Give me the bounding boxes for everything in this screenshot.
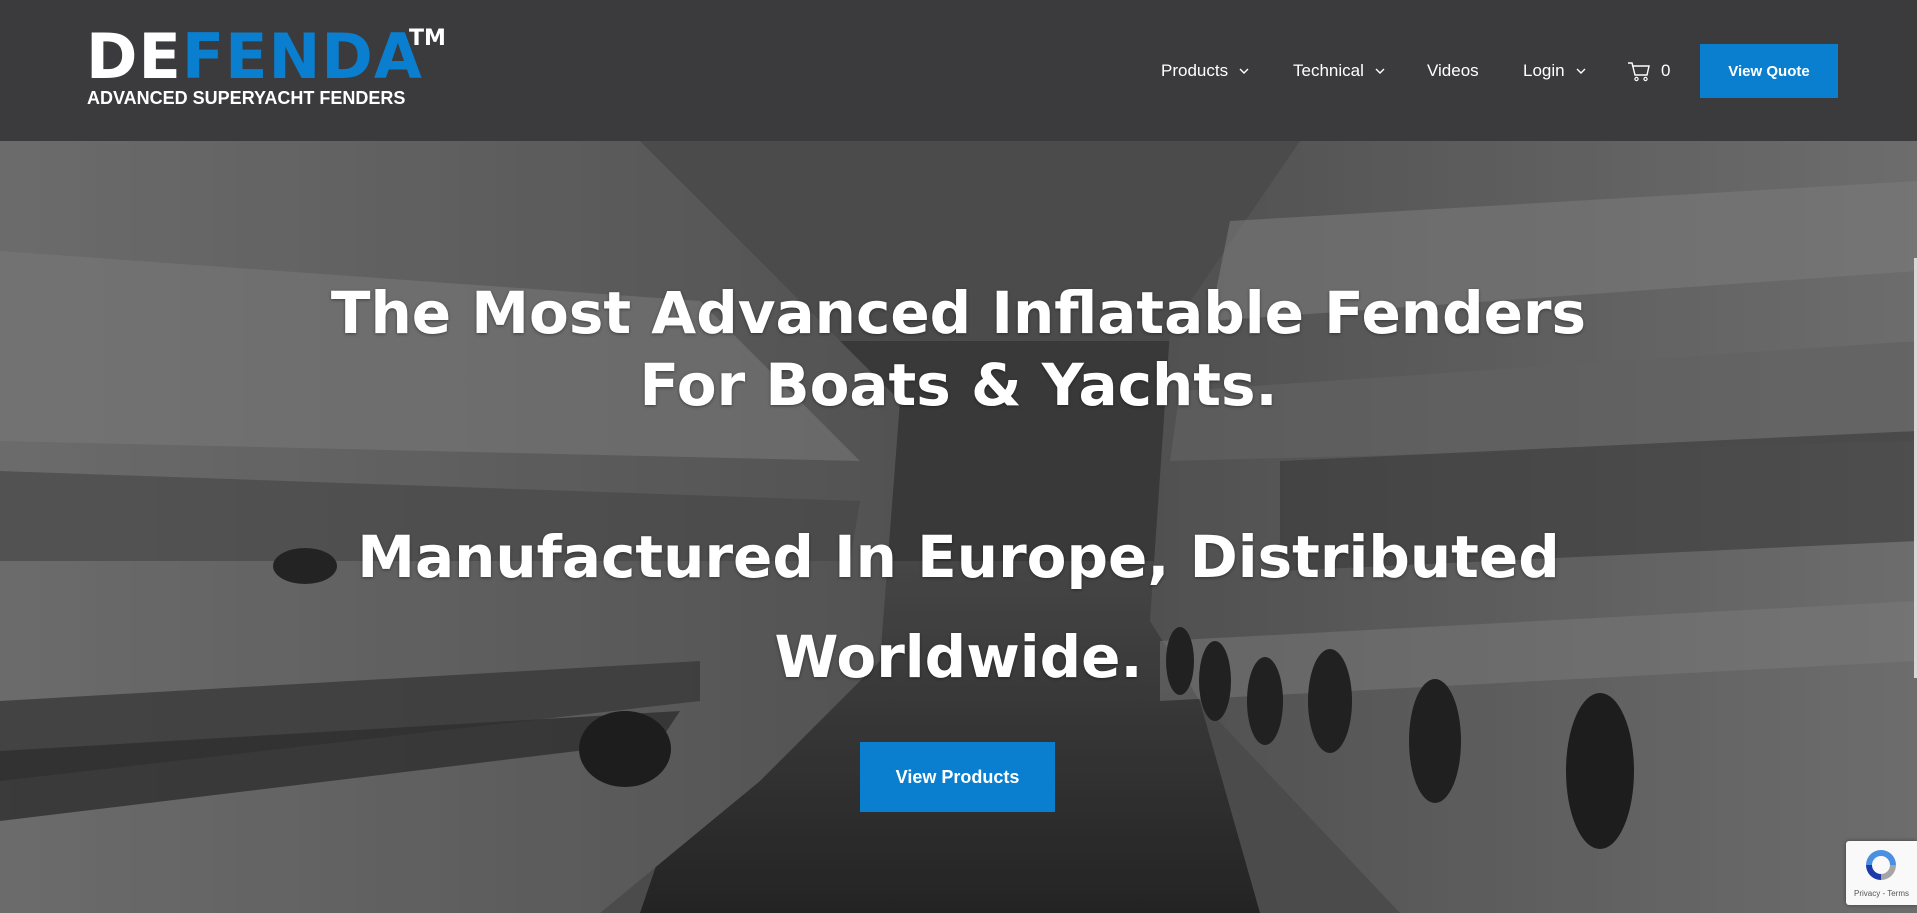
site-header: DEFENDA TM ADVANCED SUPERYACHT FENDERS P…	[0, 0, 1917, 141]
nav-cart[interactable]: 0	[1627, 44, 1670, 98]
cart-count: 0	[1661, 61, 1671, 80]
cart-icon	[1628, 62, 1650, 82]
main-navigation: Products Technical Videos Login 0	[0, 44, 1917, 98]
hero-headline-line1: The Most Advanced Inflatable Fenders	[330, 279, 1587, 347]
hero-subheadline-line2: Worldwide.	[774, 623, 1143, 691]
hero-section: The Most Advanced Inflatable Fenders For…	[0, 141, 1917, 913]
nav-login-label: Login	[1523, 61, 1565, 80]
view-quote-button[interactable]: View Quote	[1700, 44, 1838, 98]
view-products-button[interactable]: View Products	[860, 742, 1055, 812]
nav-videos[interactable]: Videos	[1427, 44, 1479, 98]
chevron-down-icon	[1239, 68, 1249, 74]
nav-videos-label: Videos	[1427, 61, 1479, 80]
hero-headline-line2: For Boats & Yachts.	[639, 351, 1278, 419]
recaptcha-privacy-terms[interactable]: Privacy - Terms	[1846, 889, 1917, 898]
chevron-down-icon	[1375, 68, 1385, 74]
nav-products-label: Products	[1161, 61, 1229, 80]
nav-products[interactable]: Products	[1161, 44, 1250, 98]
nav-technical[interactable]: Technical	[1293, 44, 1386, 98]
hero-subheadline-line1: Manufactured In Europe, Distributed	[357, 523, 1560, 591]
recaptcha-badge[interactable]: Privacy - Terms	[1846, 841, 1917, 905]
nav-technical-label: Technical	[1293, 61, 1364, 80]
recaptcha-icon	[1866, 850, 1896, 880]
nav-login[interactable]: Login	[1523, 44, 1587, 98]
chevron-down-icon	[1576, 68, 1586, 74]
